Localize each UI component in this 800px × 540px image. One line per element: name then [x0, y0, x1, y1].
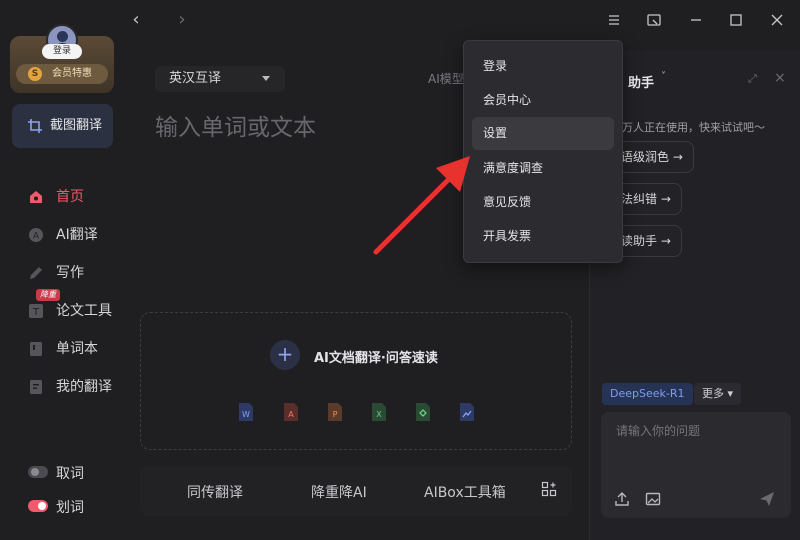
- chat-placeholder: 请输入你的问题: [616, 424, 701, 438]
- menu-item-login[interactable]: 登录: [472, 50, 614, 83]
- svg-text:T: T: [32, 307, 40, 318]
- assistant-subtitle: 万人正在使用，快来试试吧～: [622, 121, 765, 134]
- pen-icon: [30, 267, 42, 279]
- more-models-button[interactable]: 更多 ▾: [694, 383, 742, 405]
- expand-icon[interactable]: ⤢: [748, 72, 757, 86]
- svg-text:A: A: [288, 410, 294, 419]
- sidebar-item-paper-tools[interactable]: 论文工具: [0, 296, 126, 326]
- simultaneous-interpretation-button[interactable]: 同传翻译: [187, 482, 243, 502]
- login-button[interactable]: 登录: [42, 44, 82, 59]
- select-translate-toggle[interactable]: [28, 500, 48, 512]
- add-document-button[interactable]: +: [270, 340, 300, 370]
- home-icon: [30, 191, 42, 203]
- menu-item-settings[interactable]: 设置: [472, 117, 614, 150]
- wordbook-icon: [30, 342, 42, 356]
- minimize-icon[interactable]: [686, 10, 706, 30]
- sidebar-item-ai-translate[interactable]: AI翻译: [0, 220, 126, 250]
- image-icon: [460, 403, 474, 421]
- panel-close-icon[interactable]: ×: [774, 70, 786, 86]
- ppt-icon: P: [328, 403, 342, 421]
- sidebar-item-writing[interactable]: 写作: [0, 258, 126, 288]
- word-pick-toggle[interactable]: [28, 466, 48, 478]
- word-pick-label: 取词: [56, 466, 84, 482]
- svg-text:A: A: [33, 232, 40, 242]
- sidebar-item-home[interactable]: 首页: [0, 182, 126, 212]
- sidebar-item-my-translation[interactable]: 我的翻译: [0, 372, 126, 402]
- image-upload-icon[interactable]: [644, 490, 662, 508]
- send-icon[interactable]: [758, 490, 776, 508]
- annotation-arrow: [373, 156, 470, 255]
- menu-item-survey[interactable]: 满意度调查: [472, 152, 614, 185]
- ai-translate-icon: A: [29, 228, 43, 242]
- menu-item-invoice[interactable]: 开具发票: [472, 220, 614, 253]
- word-icon: W: [239, 403, 253, 421]
- upload-icon[interactable]: [613, 490, 631, 508]
- apps-icon[interactable]: [541, 481, 557, 497]
- svg-text:P: P: [333, 410, 338, 419]
- chevron-down-icon[interactable]: ˅: [661, 71, 666, 82]
- close-icon[interactable]: [767, 10, 787, 30]
- excel-icon: X: [372, 403, 386, 421]
- svg-text:W: W: [242, 410, 250, 419]
- reduce-ai-button[interactable]: 降重降AI: [311, 482, 367, 502]
- sidebar-item-wordbook[interactable]: 单词本: [0, 334, 126, 364]
- paper-icon: T: [29, 304, 43, 318]
- svg-text:X: X: [376, 410, 382, 419]
- menu-item-member-center[interactable]: 会员中心: [472, 84, 614, 117]
- doc-translate-title: AI文档翻译·问答速读: [314, 351, 438, 366]
- aibox-toolbox-button[interactable]: AIBox工具箱: [424, 482, 506, 502]
- mini-window-icon[interactable]: [644, 10, 664, 30]
- pdf-icon: A: [284, 403, 298, 421]
- select-translate-label: 划词: [56, 500, 84, 516]
- chevron-left-icon[interactable]: ‹: [126, 8, 146, 32]
- chevron-right-icon[interactable]: ›: [172, 8, 192, 32]
- ai-model-label[interactable]: AI模型: [428, 70, 464, 87]
- my-translation-icon: [30, 380, 42, 394]
- reduce-duplicate-badge: 降重: [36, 289, 60, 301]
- caret-down-icon: [262, 76, 270, 81]
- maximize-icon[interactable]: [726, 10, 746, 30]
- vip-coin-icon: S: [28, 67, 42, 81]
- menu-icon[interactable]: [604, 10, 624, 30]
- menu-item-feedback[interactable]: 意见反馈: [472, 186, 614, 219]
- epub-icon: [416, 403, 430, 421]
- translate-input[interactable]: 输入单词或文本: [155, 108, 316, 142]
- assistant-title[interactable]: 助手: [628, 72, 654, 91]
- crop-icon: [28, 119, 42, 133]
- document-drop-zone[interactable]: [140, 312, 572, 450]
- model-select[interactable]: DeepSeek-R1: [602, 383, 693, 405]
